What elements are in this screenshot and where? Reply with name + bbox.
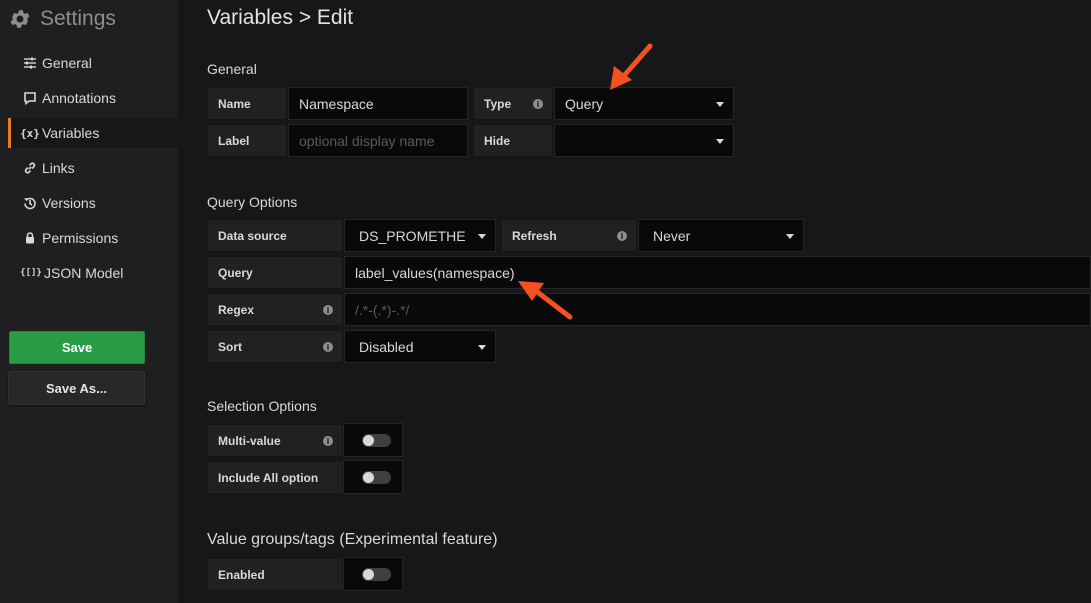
- enabled-switch[interactable]: [343, 557, 403, 591]
- save-as-button[interactable]: Save As...: [8, 371, 145, 405]
- variables-icon: {x}: [20, 126, 40, 140]
- sidebar-item-annotations[interactable]: Annotations: [8, 83, 178, 113]
- json-icon: {[]}: [20, 268, 42, 278]
- general-heading: General: [207, 61, 257, 77]
- sidebar-item-label: General: [42, 55, 92, 71]
- sidebar-item-permissions[interactable]: Permissions: [8, 223, 178, 253]
- selection-options-heading: Selection Options: [207, 398, 317, 414]
- sort-label-text: Sort: [218, 339, 242, 354]
- type-label-text: Type: [484, 96, 512, 111]
- sort-select[interactable]: Disabled: [344, 330, 496, 363]
- multi-value-label-text: Multi-value: [218, 433, 281, 448]
- hide-select[interactable]: [554, 124, 734, 157]
- caret-down-icon: [478, 345, 486, 350]
- sidebar-item-general[interactable]: General: [8, 48, 178, 78]
- info-icon[interactable]: i: [617, 231, 627, 241]
- query-options-heading: Query Options: [207, 194, 298, 210]
- sidebar-item-label: Annotations: [42, 90, 116, 106]
- label-input[interactable]: optional display name: [288, 124, 468, 157]
- info-icon[interactable]: i: [323, 436, 333, 446]
- name-label: Name: [207, 87, 287, 120]
- link-icon: [22, 160, 38, 176]
- enabled-label: Enabled: [207, 558, 343, 591]
- hide-label: Hide: [473, 124, 553, 157]
- datasource-label: Data source: [207, 219, 343, 252]
- datasource-select-value: DS_PROMETHE: [359, 227, 466, 244]
- toggle-knob: [363, 472, 374, 483]
- refresh-select-value: Never: [653, 227, 691, 244]
- multi-value-label: Multi-value i: [207, 424, 343, 457]
- info-icon[interactable]: i: [323, 342, 333, 352]
- refresh-select[interactable]: Never: [638, 219, 804, 252]
- refresh-label-text: Refresh: [512, 228, 557, 243]
- sidebar-item-variables[interactable]: {x} Variables: [8, 118, 178, 148]
- sidebar-item-links[interactable]: Links: [8, 153, 178, 183]
- caret-down-icon: [716, 139, 724, 144]
- regex-label: Regex i: [207, 293, 343, 326]
- settings-sidebar: Settings General Annotations {x} Variabl…: [0, 0, 178, 603]
- sort-select-value: Disabled: [359, 338, 414, 355]
- sidebar-item-label: Variables: [42, 125, 100, 141]
- settings-title: Settings: [8, 6, 116, 32]
- query-input[interactable]: label_values(namespace): [344, 256, 1091, 289]
- caret-down-icon: [786, 234, 794, 239]
- caret-down-icon: [478, 234, 486, 239]
- toggle-switch[interactable]: [362, 568, 391, 581]
- sidebar-item-label: JSON Model: [44, 265, 124, 281]
- history-icon: [22, 195, 38, 211]
- annotation-arrow-icon: [518, 281, 573, 320]
- toggle-knob: [363, 435, 374, 446]
- toggle-switch[interactable]: [362, 471, 391, 484]
- refresh-label: Refresh i: [501, 219, 637, 252]
- annotation-arrow-icon: [610, 43, 653, 90]
- label-label: Label: [207, 124, 287, 157]
- info-icon[interactable]: i: [323, 305, 333, 315]
- page-title: Variables > Edit: [207, 6, 354, 29]
- type-select-value: Query: [565, 95, 604, 112]
- sidebar-item-label: Links: [42, 160, 75, 176]
- lock-icon: [22, 230, 38, 246]
- sidebar-item-label: Permissions: [42, 230, 119, 246]
- sidebar-item-json-model[interactable]: {[]} JSON Model: [8, 258, 178, 288]
- gear-icon: [10, 10, 30, 28]
- sidebar-item-label: Versions: [42, 195, 96, 211]
- comment-icon: [22, 90, 38, 106]
- toggle-switch[interactable]: [362, 434, 391, 447]
- type-label: Type i: [473, 87, 553, 120]
- regex-input[interactable]: /.*-(.*)-.*/: [344, 293, 1091, 326]
- caret-down-icon: [716, 102, 724, 107]
- sidebar-item-versions[interactable]: Versions: [8, 188, 178, 218]
- info-icon[interactable]: i: [533, 99, 543, 109]
- toggle-knob: [363, 569, 374, 580]
- regex-label-text: Regex: [218, 302, 255, 317]
- datasource-select[interactable]: DS_PROMETHE: [344, 219, 496, 252]
- sort-label: Sort i: [207, 330, 343, 363]
- query-label: Query: [207, 256, 343, 289]
- multi-value-switch[interactable]: [343, 423, 403, 457]
- include-all-label: Include All option: [207, 461, 343, 494]
- sliders-icon: [22, 55, 38, 71]
- name-input[interactable]: Namespace: [288, 87, 468, 120]
- include-all-switch[interactable]: [343, 460, 403, 494]
- save-button[interactable]: Save: [9, 331, 145, 364]
- settings-title-text: Settings: [40, 7, 116, 30]
- value-groups-heading: Value groups/tags (Experimental feature): [207, 531, 498, 548]
